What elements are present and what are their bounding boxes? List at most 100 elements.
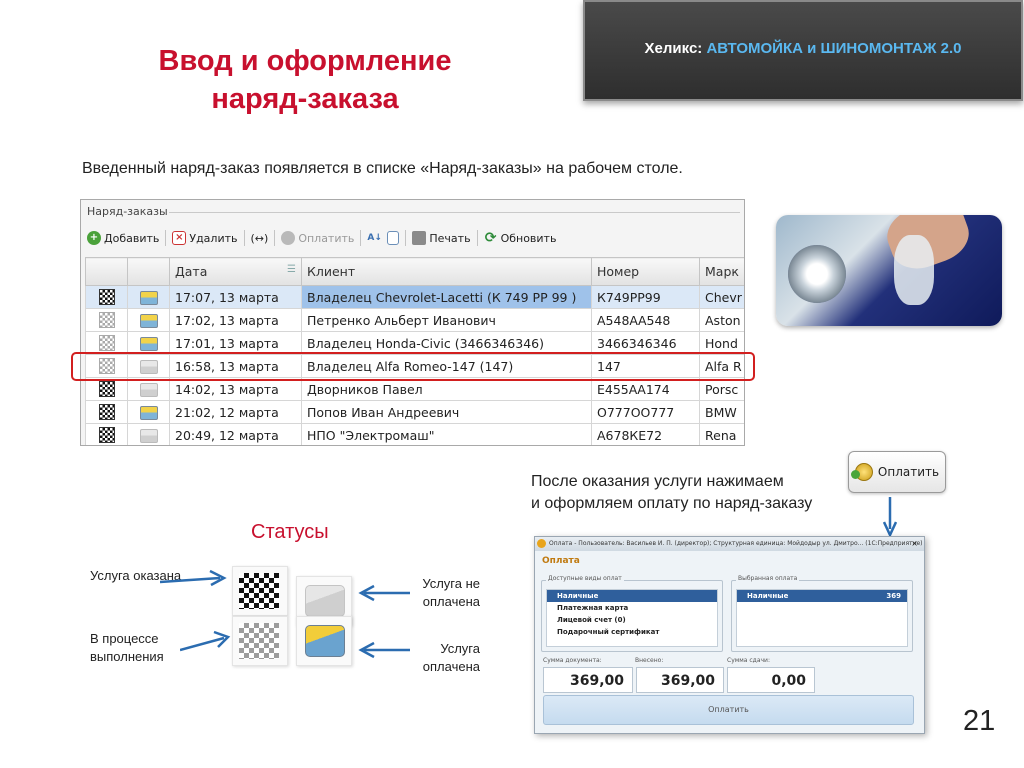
title-divider [169, 212, 740, 213]
selected-payment-list: Наличные 369 [736, 589, 908, 647]
payment-option-gift[interactable]: Подарочный сертификат [547, 626, 717, 638]
cash-register-icon [139, 336, 158, 351]
link-button[interactable]: (↔) [251, 232, 269, 245]
coins-icon [850, 463, 873, 481]
status-label-not-paid: Услуга не оплачена [422, 576, 480, 609]
print-button[interactable]: Печать [412, 231, 471, 245]
pay-button-example-label: Оплатить [877, 465, 940, 479]
pay-button-example[interactable]: Оплатить [848, 451, 946, 493]
cell-status [85, 423, 128, 445]
slide-title-line-2: наряд-заказа [211, 83, 399, 115]
document-button[interactable] [387, 231, 400, 245]
sort-az-icon: A↓ [367, 233, 382, 243]
change-field: 0,00 [727, 667, 815, 693]
toolbar-separator [360, 230, 362, 246]
cell-date: 17:02, 13 марта [169, 308, 302, 332]
toolbar-separator [405, 230, 407, 246]
cash-register-icon [139, 405, 158, 420]
deposited-label: Внесено: [635, 657, 664, 664]
cell-status [85, 285, 128, 309]
col-header-make[interactable]: Марк [699, 257, 744, 286]
toolbar-separator [165, 230, 167, 246]
toolbar-separator [243, 230, 245, 246]
add-button[interactable]: + Добавить [87, 231, 159, 245]
highlighted-row-frame [71, 352, 755, 381]
cell-make: BMW [699, 400, 744, 424]
col-header-status[interactable] [85, 257, 128, 286]
after-service-line-2: и оформляем оплату по наряд-заказу [531, 495, 813, 512]
delete-icon: × [172, 231, 187, 245]
toolbar-pay-button[interactable]: Оплатить [281, 231, 354, 245]
orders-list-title: Наряд-заказы [87, 205, 168, 218]
status-progress-sample [232, 616, 288, 666]
toolbar-pay-label: Оплатить [298, 231, 355, 245]
deposited-field[interactable]: 369,00 [636, 667, 724, 693]
col-header-number[interactable]: Номер [591, 257, 700, 286]
coins-icon [281, 231, 296, 245]
checkered-flag-icon [98, 381, 115, 398]
sort-filter-icon: ☰ [287, 264, 296, 275]
payment-confirm-button[interactable]: Оплатить [543, 695, 914, 725]
available-payments-list: Наличные Платежная карта Лицевой счет (0… [546, 589, 718, 647]
table-row[interactable]: 17:07, 13 марта Владелец Chevrolet-Lacett… [85, 285, 744, 309]
cell-make: Chevr [699, 285, 744, 309]
car-headlight [788, 245, 846, 303]
checkered-flag-icon [239, 573, 279, 609]
table-row[interactable]: 20:49, 12 марта НПО "Электромаш" А678КЕ72 R… [85, 423, 744, 445]
doc-sum-label: Сумма документа: [543, 657, 602, 664]
arrow-right-icon [160, 569, 227, 587]
cell-client: Попов Иван Андреевич [301, 400, 592, 424]
arrow-right-icon [180, 630, 231, 652]
add-button-label: Добавить [104, 231, 160, 245]
cell-client: Владелец Chevrolet-Lacetti (К 749 РР 99 … [301, 285, 592, 309]
checkered-flag-icon [98, 289, 115, 306]
refresh-button-label: Обновить [500, 231, 557, 245]
brand-product-name: АВТОМОЙКА и ШИНОМОНТАЖ 2.0 [706, 40, 962, 57]
selected-payment-title: Выбранная оплата [736, 575, 800, 582]
cell-number: О777ОО777 [591, 400, 700, 424]
print-button-label: Печать [429, 231, 471, 245]
checkered-flag-light-icon [98, 312, 115, 329]
selected-payment-name: Наличные [747, 592, 789, 600]
cell-status [85, 308, 128, 332]
payment-heading: Оплата [542, 556, 580, 566]
cell-number: А678КЕ72 [591, 423, 700, 445]
table-row[interactable]: 17:02, 13 марта Петренко Альберт Иванович… [85, 308, 744, 332]
selected-payment-item[interactable]: Наличные 369 [737, 590, 907, 602]
payment-option-cash[interactable]: Наличные [547, 590, 717, 602]
page-number: 21 [963, 705, 996, 737]
cell-number: К749РР99 [591, 285, 700, 309]
after-service-line-1: После оказания услуги нажимаем [531, 473, 784, 490]
refresh-button[interactable]: ⟳ Обновить [484, 231, 557, 245]
cell-make: Rena [699, 423, 744, 445]
selected-payment-amount: 369 [886, 592, 901, 600]
checkered-flag-light-icon [239, 623, 279, 659]
arrow-left-icon [358, 584, 410, 602]
available-payments-group: Доступные виды оплат Наличные Платежная … [541, 575, 723, 652]
toolbar-separator [274, 230, 276, 246]
cell-client: НПО "Электромаш" [301, 423, 592, 445]
available-payments-title: Доступные виды оплат [546, 575, 624, 582]
close-icon[interactable]: × [911, 537, 918, 551]
cash-register-icon [139, 290, 158, 305]
payment-option-card[interactable]: Платежная карта [547, 602, 717, 614]
table-header-row: Дата ☰ Клиент Номер Марк [85, 257, 744, 286]
cash-register-gray-icon [139, 428, 158, 443]
orders-list-window: Наряд-заказы + Добавить × Удалить (↔) Оп… [80, 199, 745, 446]
toolbar-separator [476, 230, 478, 246]
col-header-payment[interactable] [127, 257, 170, 286]
col-header-client[interactable]: Клиент [301, 257, 592, 286]
washing-cloth [894, 235, 934, 305]
cell-make: Aston [699, 308, 744, 332]
cash-register-icon [305, 625, 345, 657]
cell-payment [127, 308, 170, 332]
printer-icon [412, 231, 427, 245]
cell-payment [127, 400, 170, 424]
delete-button[interactable]: × Удалить [172, 231, 238, 245]
col-header-date[interactable]: Дата ☰ [169, 257, 302, 286]
payment-window-title: Оплата - Пользователь: Васильев И. П. (д… [549, 540, 923, 547]
table-row[interactable]: 21:02, 12 марта Попов Иван Андреевич О777О… [85, 400, 744, 424]
payment-option-account[interactable]: Лицевой счет (0) [547, 614, 717, 626]
selected-payment-group: Выбранная оплата Наличные 369 [731, 575, 913, 652]
sort-button[interactable]: A↓ [367, 231, 382, 245]
